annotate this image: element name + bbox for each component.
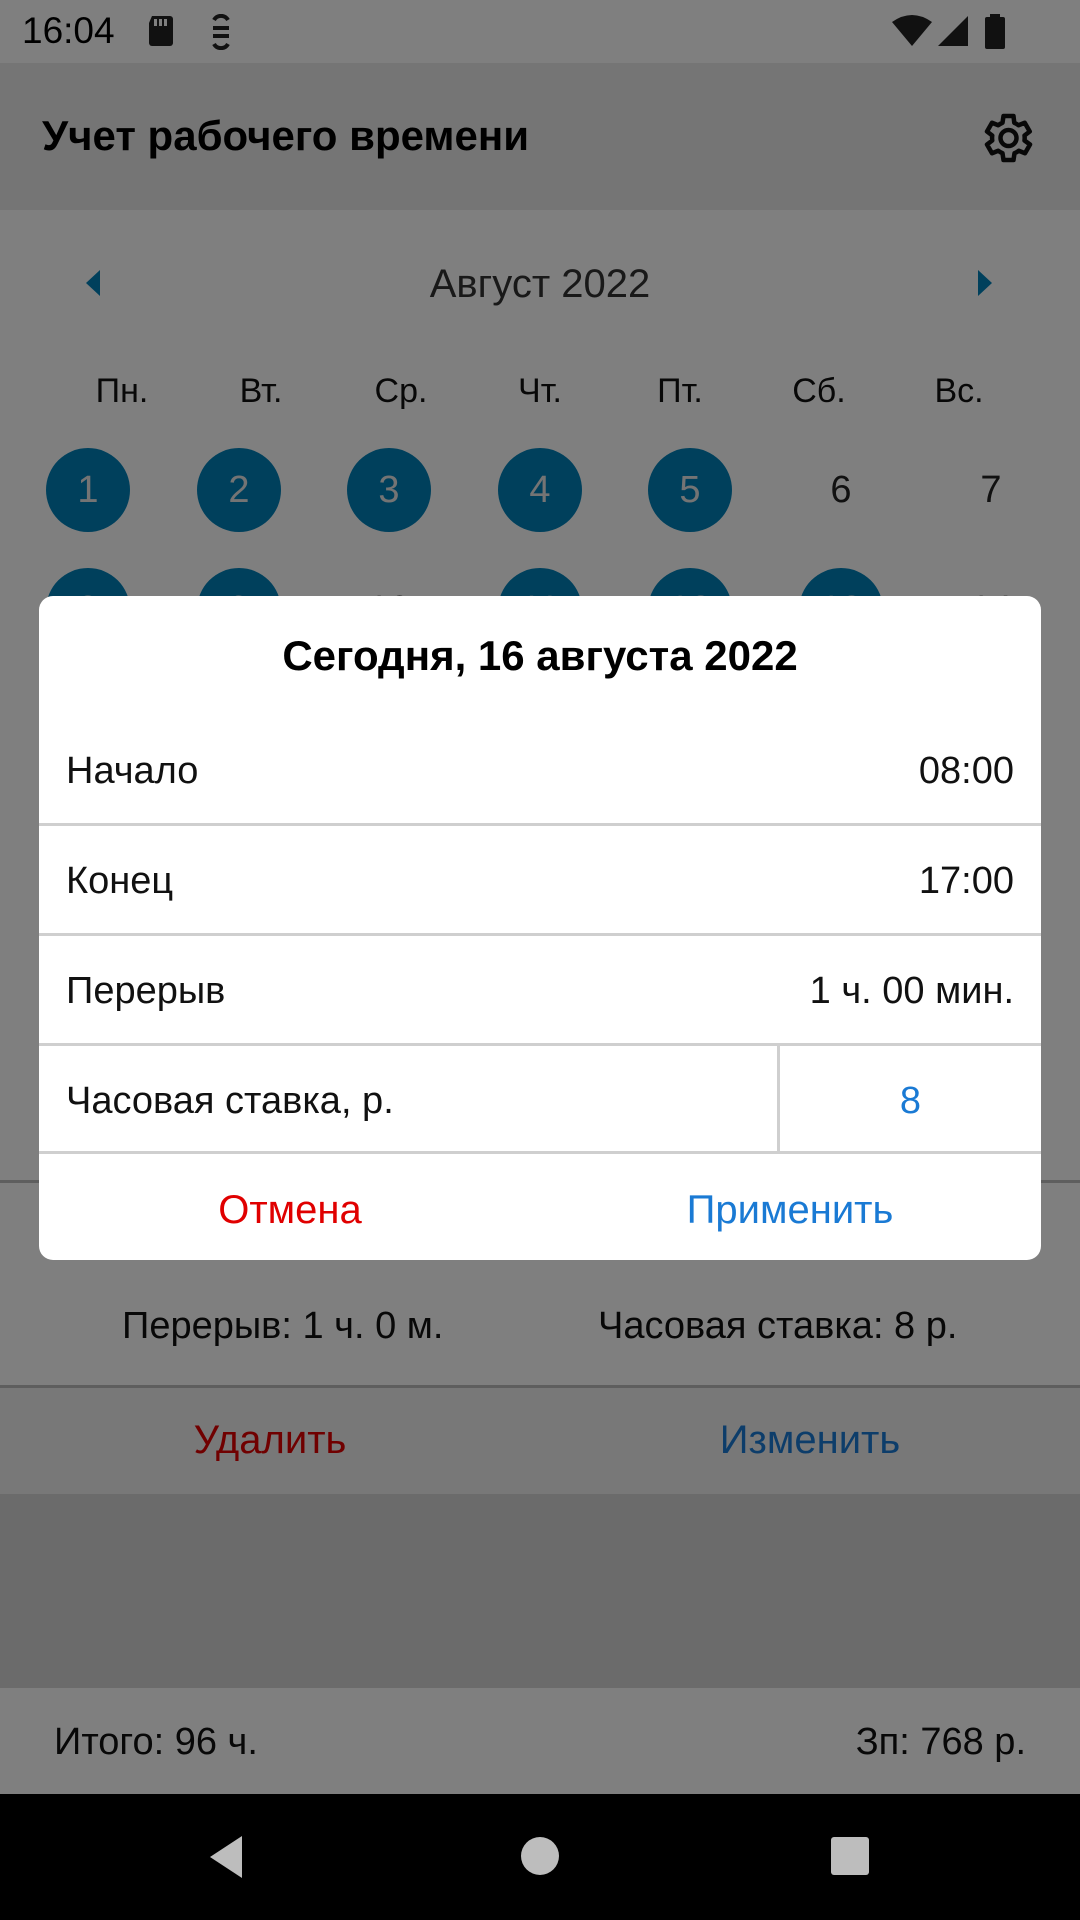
cancel-button[interactable]: Отмена: [180, 1188, 400, 1233]
recents-icon[interactable]: [830, 1836, 870, 1876]
start-label: Начало: [66, 750, 199, 792]
apply-button[interactable]: Применить: [660, 1188, 920, 1233]
dialog-title: Сегодня, 16 августа 2022: [282, 632, 798, 679]
end-time-value[interactable]: 17:00: [919, 860, 1014, 903]
edit-day-dialog: [39, 596, 1041, 1260]
home-icon[interactable]: [520, 1836, 560, 1876]
start-time-value[interactable]: 08:00: [919, 750, 1014, 793]
divider: [39, 1043, 1041, 1046]
divider: [39, 1151, 1041, 1154]
rate-label: Часовая ставка, р.: [66, 1080, 394, 1122]
break-label: Перерыв: [66, 970, 226, 1012]
break-value[interactable]: 1 ч. 00 мин.: [810, 970, 1014, 1013]
divider: [39, 823, 1041, 826]
back-icon[interactable]: [206, 1834, 246, 1880]
navigation-bar: [0, 1794, 1080, 1920]
divider: [39, 933, 1041, 936]
rate-input[interactable]: 8: [780, 1080, 1041, 1123]
end-label: Конец: [66, 860, 174, 902]
